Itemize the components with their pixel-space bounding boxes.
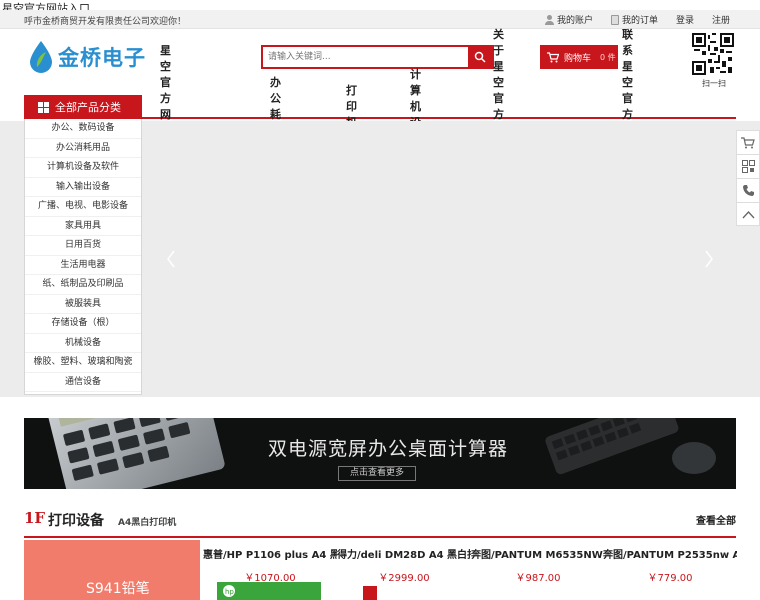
promo-title: 双电源宽屏办公桌面计算器 <box>268 438 509 460</box>
product-name[interactable]: 奔图/PANTUM M6535NW A4 ... <box>471 546 605 561</box>
my-orders-link[interactable]: 我的订单 <box>610 13 658 26</box>
floor-title: 打印设备 <box>48 513 104 529</box>
category-item[interactable]: 计算机设备及软件 <box>25 158 141 178</box>
search-icon <box>474 51 486 63</box>
logo-drop-icon <box>30 41 52 73</box>
my-orders-label: 我的订单 <box>621 16 658 26</box>
product-card[interactable]: 惠普/HP P1106 plus A4 黑白... ￥1070.00 hp <box>203 540 337 600</box>
site-logo[interactable]: 金桥电子 <box>28 40 146 74</box>
qr-caption: 扫一扫 <box>702 79 726 88</box>
banner-prev-arrow-icon[interactable] <box>166 250 176 268</box>
category-menu: 办公、数码设备 办公消耗用品 计算机设备及软件 输入输出设备 广播、电视、电影设… <box>24 119 142 395</box>
search-input[interactable] <box>263 47 468 67</box>
promo-more-button[interactable]: 点击查看更多 <box>338 466 416 481</box>
product-price: ￥987.00 <box>515 573 561 584</box>
my-account-label: 我的账户 <box>556 16 593 26</box>
search-button[interactable] <box>468 47 492 67</box>
view-all-link[interactable]: 查看全部 <box>696 512 736 527</box>
float-cart-button[interactable] <box>736 130 760 154</box>
float-qr-button[interactable] <box>736 154 760 178</box>
main-nav: 全部产品分类 星空官方网站入口 办公耗材 打印机 计算机设备 关于星空官方网站入… <box>24 28 736 185</box>
qr-icon <box>741 160 755 173</box>
float-top-button[interactable] <box>736 202 760 226</box>
category-item[interactable]: 生活用电器 <box>25 256 141 275</box>
chevron-up-icon <box>742 210 754 218</box>
float-toolbar <box>736 130 760 226</box>
cart-count: 0 件 <box>600 52 616 62</box>
floor-subtitle[interactable]: A4黑白打印机 <box>118 515 176 528</box>
all-categories-button[interactable]: 全部产品分类 <box>24 95 142 119</box>
grid-icon <box>38 101 49 113</box>
login-link[interactable]: 登录 <box>676 13 694 26</box>
my-account-link[interactable]: 我的账户 <box>544 13 593 26</box>
product-image: hp <box>217 582 321 600</box>
product-card[interactable]: 奔图/PANTUM M6535NW A4 ... ￥987.00 <box>471 540 605 600</box>
category-item[interactable]: 办公消耗用品 <box>25 139 141 158</box>
category-item[interactable]: 通信设备 <box>25 373 141 392</box>
category-item[interactable]: 橡胶、塑料、玻璃和陶瓷 <box>25 353 141 373</box>
category-item[interactable]: 家具用具 <box>25 217 141 236</box>
category-item[interactable]: 广播、电视、电影设备 <box>25 197 141 217</box>
product-card[interactable]: 得力/deli DM28D A4 黑白打印... ￥2999.00 <box>337 540 471 600</box>
welcome-text: 呼市金桥商贸开发有限责任公司欢迎你！ <box>24 17 187 27</box>
user-icon <box>544 14 554 25</box>
category-item[interactable]: 纸、纸制品及印刷品 <box>25 275 141 295</box>
search-box <box>261 45 494 69</box>
category-item[interactable]: 机械设备 <box>25 334 141 353</box>
floor-header: 1F 打印设备 A4黑白打印机 查看全部 <box>24 508 736 538</box>
logo-text: 金桥电子 <box>58 46 146 70</box>
category-item[interactable]: 被服装具 <box>25 295 141 314</box>
product-card[interactable]: 奔图/PANTUM P2535nw A4 ... ￥779.00 <box>603 540 737 600</box>
category-item[interactable]: 输入输出设备 <box>25 178 141 197</box>
top-bar: 呼市金桥商贸开发有限责任公司欢迎你！ 我的账户 我的订单 登录 注册 <box>0 10 760 29</box>
float-phone-button[interactable] <box>736 178 760 202</box>
cart-icon <box>547 51 559 62</box>
all-categories-label: 全部产品分类 <box>55 101 121 114</box>
product-image <box>363 586 377 600</box>
qr-code-icon <box>692 33 734 75</box>
floor-number: 1F <box>24 509 46 527</box>
floor-ad-text: S941铅笔 <box>86 581 150 597</box>
cart-label: 购物车 <box>564 53 592 64</box>
product-price: ￥779.00 <box>647 573 693 584</box>
svg-text:hp: hp <box>225 588 234 596</box>
cart-icon <box>741 136 755 148</box>
product-name[interactable]: 得力/deli DM28D A4 黑白打印... <box>337 546 471 561</box>
register-link[interactable]: 注册 <box>712 13 730 26</box>
cart-button[interactable]: 购物车 0 件 <box>540 45 618 69</box>
category-item[interactable]: 日用百货 <box>25 236 141 256</box>
product-name[interactable]: 惠普/HP P1106 plus A4 黑白... <box>203 546 337 561</box>
order-icon <box>610 14 619 25</box>
category-item[interactable]: 办公、数码设备 <box>25 119 141 139</box>
floor-ad-banner[interactable]: S941铅笔 <box>24 540 200 600</box>
promo-banner[interactable]: 123456 双电源宽屏办公桌面计算器 点击查看更多 <box>24 418 736 489</box>
top-links: 我的账户 我的订单 登录 注册 <box>544 13 730 26</box>
banner-next-arrow-icon[interactable] <box>704 250 714 268</box>
product-name[interactable]: 奔图/PANTUM P2535nw A4 ... <box>603 546 737 561</box>
category-item[interactable]: 存储设备（根） <box>25 314 141 334</box>
phone-icon <box>742 185 754 196</box>
